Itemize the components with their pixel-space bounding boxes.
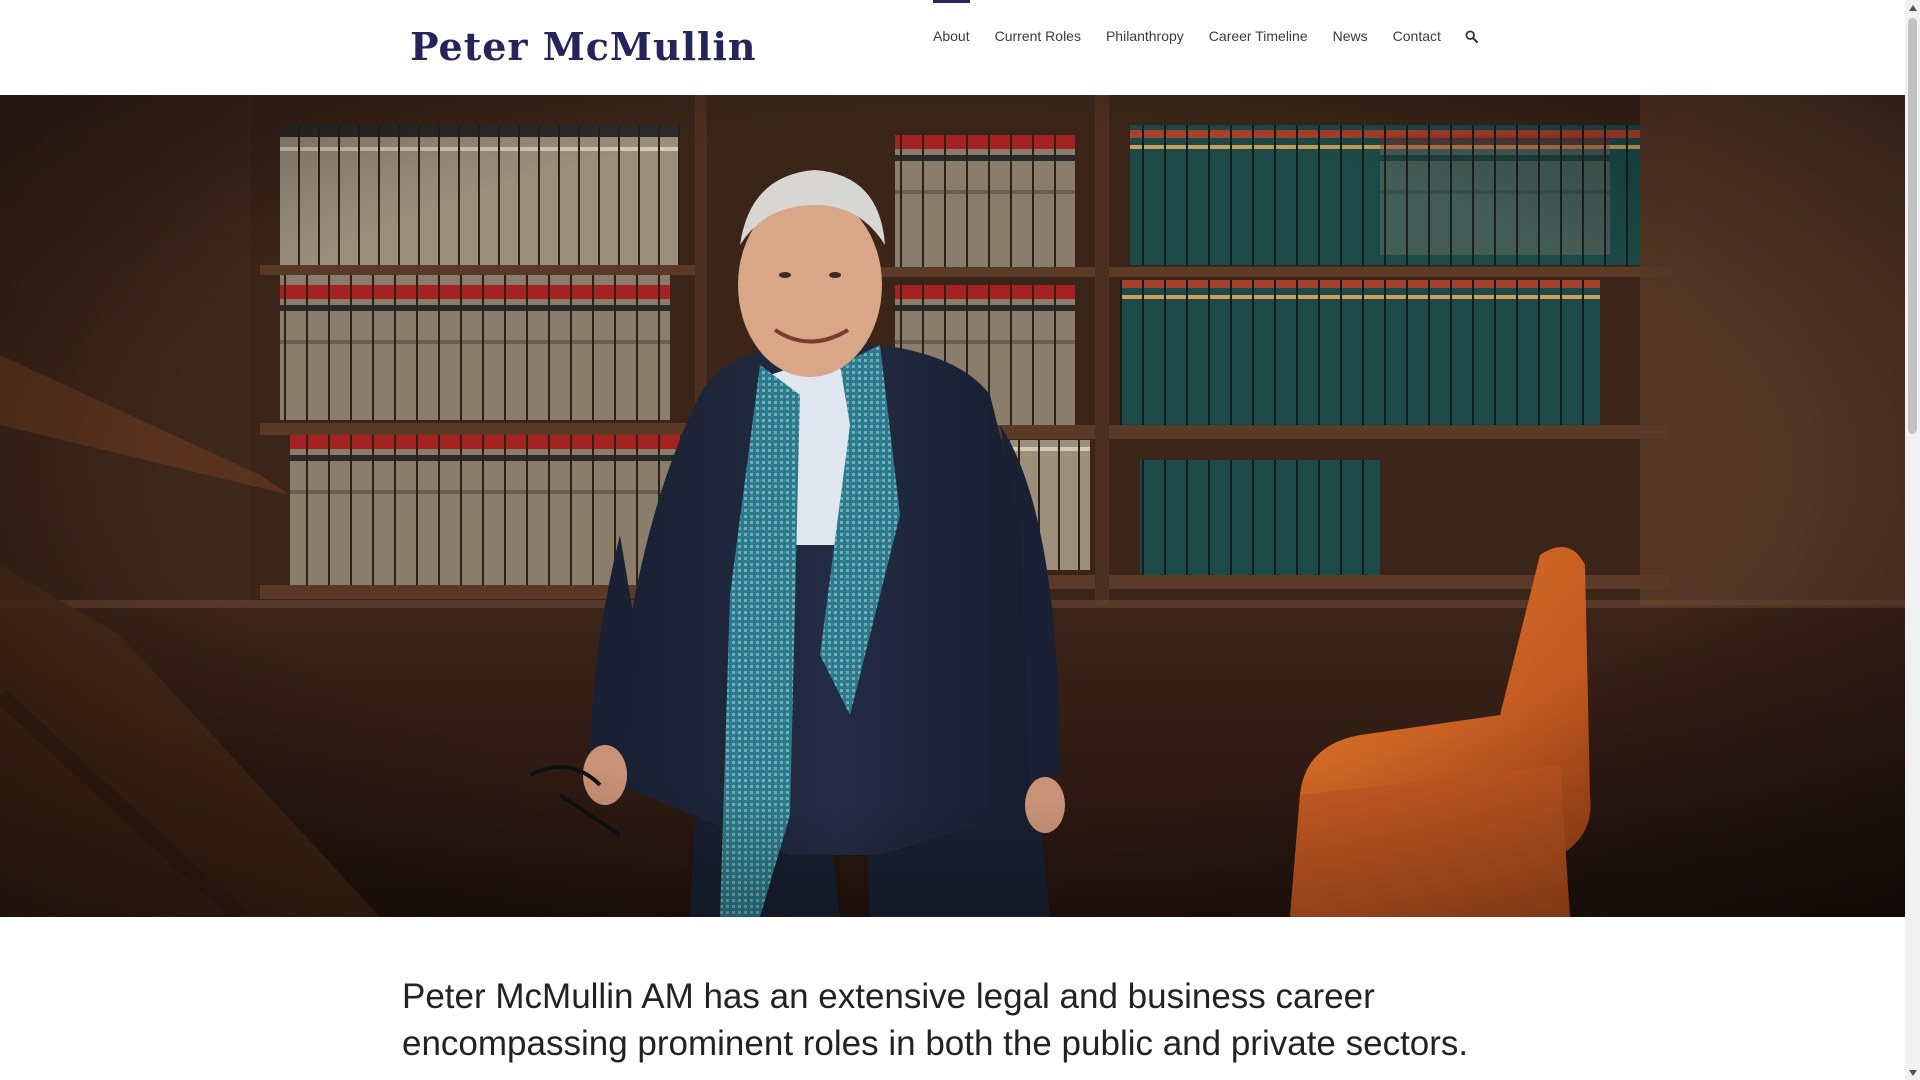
nav-item-career-timeline[interactable]: Career Timeline <box>1209 0 1308 72</box>
main-nav: About Current Roles Philanthropy Career … <box>933 0 1480 72</box>
intro-paragraph: Peter McMullin AM has an extensive legal… <box>402 977 1469 1063</box>
scroll-down-arrow-icon[interactable] <box>1905 1065 1920 1080</box>
nav-item-current-roles[interactable]: Current Roles <box>995 0 1081 72</box>
hero-photo <box>0 95 1905 917</box>
nav-item-philanthropy[interactable]: Philanthropy <box>1106 0 1184 72</box>
search-icon[interactable] <box>1464 28 1480 44</box>
nav-item-about[interactable]: About <box>933 0 970 72</box>
site-logo[interactable]: Peter McMullin <box>410 24 757 70</box>
scroll-thumb[interactable] <box>1908 18 1917 434</box>
site-header: Peter McMullin About Current Roles Phila… <box>0 0 1905 95</box>
nav-item-contact[interactable]: Contact <box>1393 0 1441 72</box>
page: Peter McMullin About Current Roles Phila… <box>0 0 1905 1080</box>
nav-item-news[interactable]: News <box>1333 0 1368 72</box>
scroll-up-arrow-icon[interactable] <box>1905 0 1920 15</box>
hero-image <box>0 95 1905 917</box>
scrollbar[interactable] <box>1905 0 1920 1080</box>
